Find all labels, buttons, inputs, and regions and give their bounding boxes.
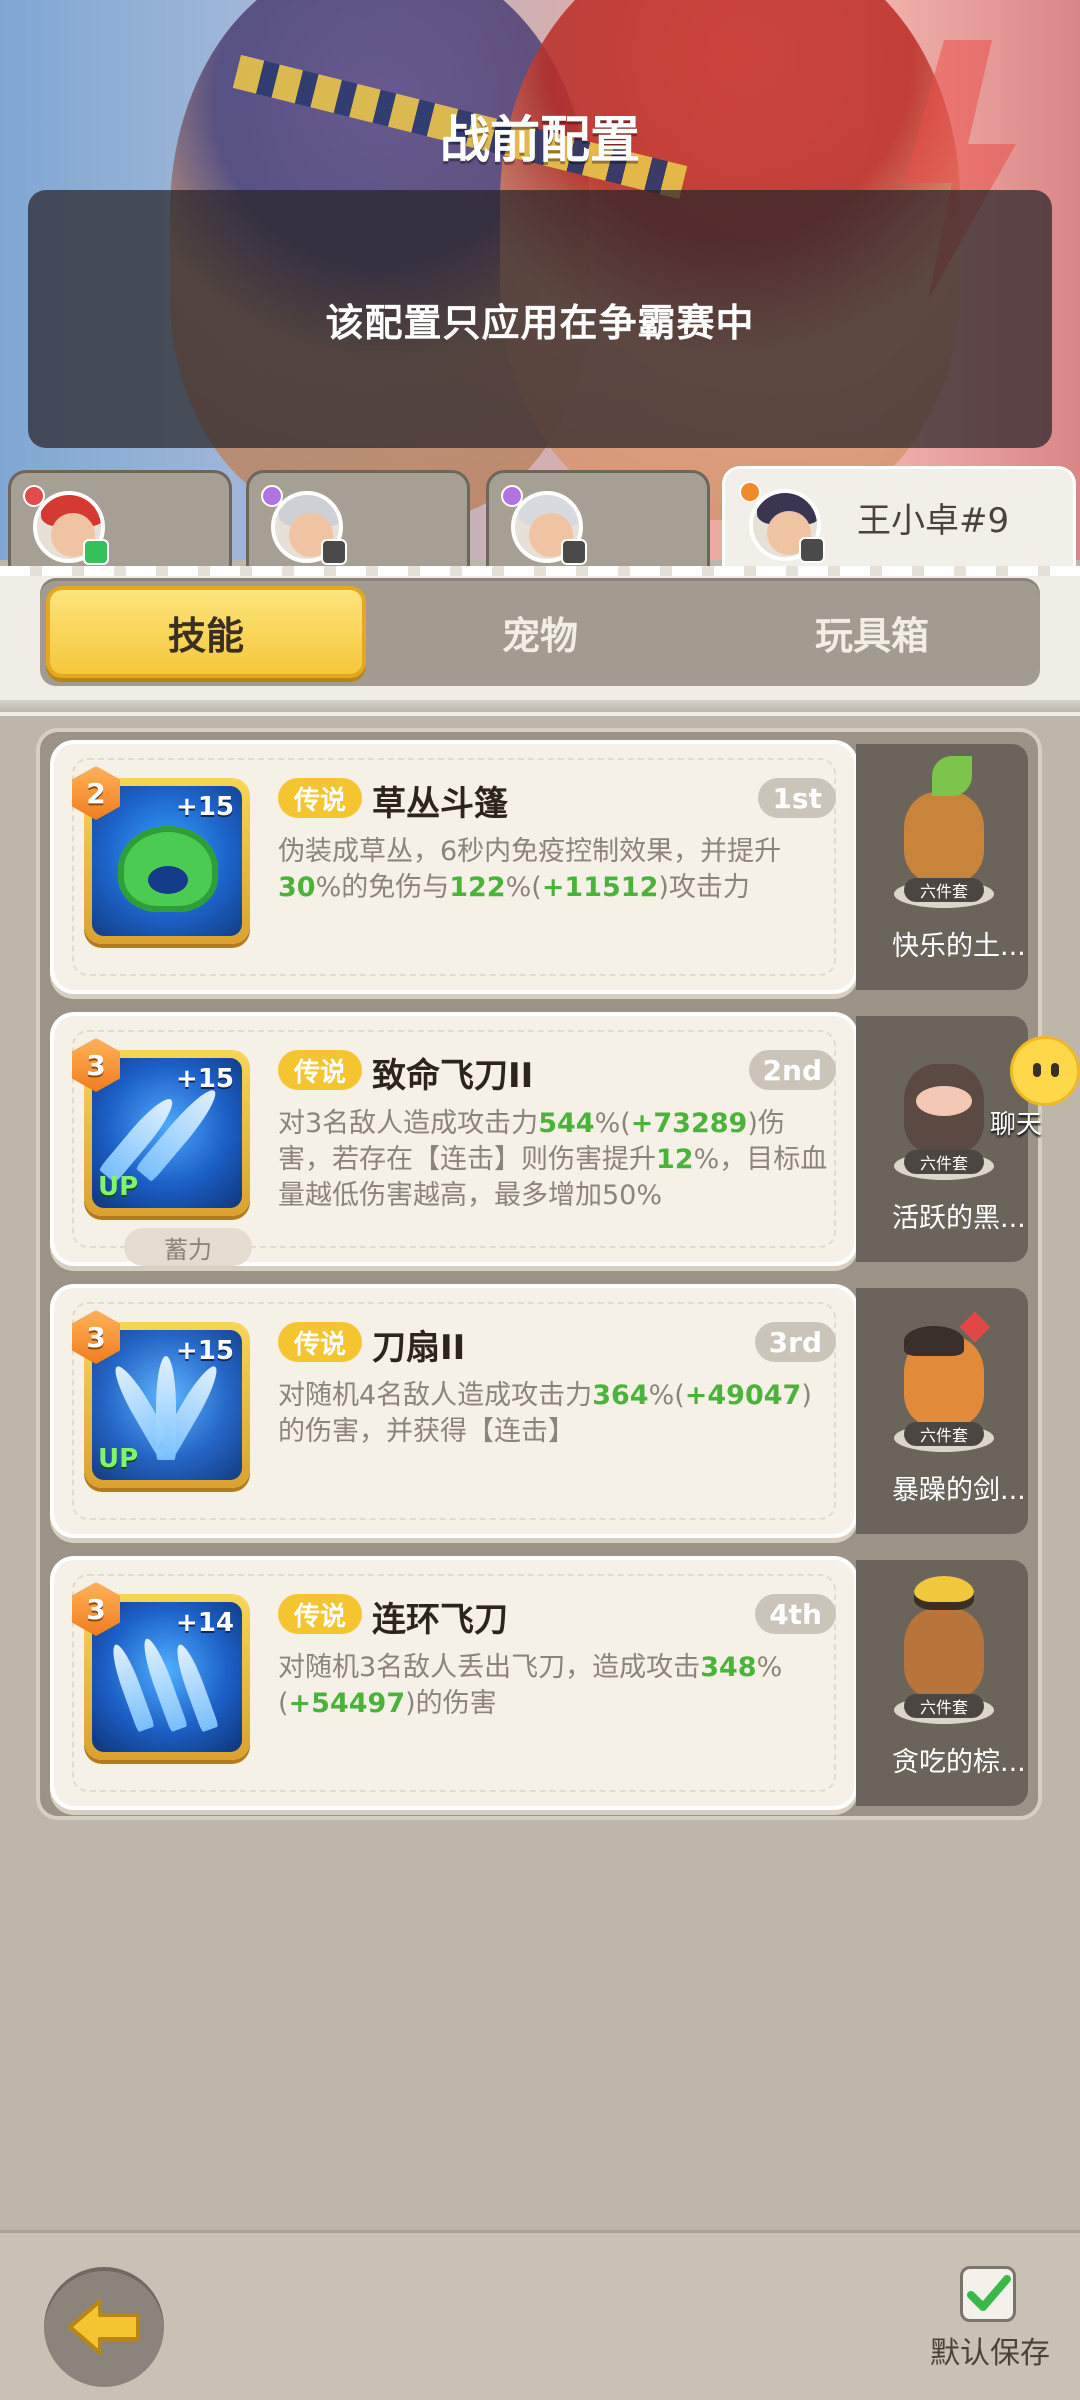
hero-name: 王小卓#9 xyxy=(857,501,1010,541)
chat-label: 聊天 xyxy=(990,1110,1043,1140)
rank-badge: 4th xyxy=(755,1594,836,1634)
pet-slot-3[interactable]: 六件套 暴躁的剑... xyxy=(856,1288,1028,1534)
element-icon xyxy=(501,485,523,507)
skill-name: 连环飞刀 xyxy=(372,1600,508,1640)
rarity-badge: 传说 xyxy=(278,1050,362,1090)
category-tabs: 技能 宠物 玩具箱 xyxy=(40,578,1040,686)
check-icon xyxy=(967,2275,1011,2311)
skill-desc: 对随机3名敌人丢出飞刀，造成攻击348%(+54497)的伤害 xyxy=(278,1652,783,1719)
divider xyxy=(0,700,1080,712)
pet-name: 快乐的土... xyxy=(892,931,1026,962)
rank-badge: 1st xyxy=(758,778,836,818)
skill-card-1[interactable]: +15 2 传说 草丛斗篷 1st 伪装成草丛，6秒内免疫控制效果，并提升30%… xyxy=(50,740,858,994)
set-label: 六件套 xyxy=(904,878,984,902)
rarity-badge: 传说 xyxy=(278,1594,362,1634)
skill-desc: 对随机4名敌人造成攻击力364%(+49047)的伤害，并获得【连击】 xyxy=(278,1380,812,1447)
element-icon xyxy=(739,481,761,503)
upgrade-icon: UP xyxy=(98,1444,139,1474)
pet-name: 贪吃的棕... xyxy=(892,1747,1026,1778)
rank-badge: 3rd xyxy=(754,1322,836,1362)
skill-card-3[interactable]: +15 UP 3 传说 刀扇II 3rd 对随机4名敌人造成攻击力364%(+4… xyxy=(50,1284,858,1538)
default-save-toggle[interactable]: 默认保存 xyxy=(930,2266,1070,2386)
element-icon xyxy=(23,485,45,507)
notice-box: 该配置只应用在争霸赛中 xyxy=(28,190,1052,448)
tab-skills[interactable]: 技能 xyxy=(46,586,366,678)
notice-text: 该配置只应用在争霸赛中 xyxy=(325,300,755,345)
skill-name: 刀扇II xyxy=(372,1328,466,1368)
enhance-level: +15 xyxy=(176,1064,234,1094)
upgrade-icon: UP xyxy=(98,1172,139,1202)
hero-tabs: 王小卓#9 xyxy=(0,466,1080,570)
skill-desc: 伪装成草丛，6秒内免疫控制效果，并提升30%的免伤与122%(+11512)攻击… xyxy=(278,836,782,903)
enhance-level: +15 xyxy=(176,1336,234,1366)
skill-card-4[interactable]: +14 3 传说 连环飞刀 4th 对随机3名敌人丢出飞刀，造成攻击348%(+… xyxy=(50,1556,858,1810)
skill-name: 致命飞刀II xyxy=(372,1056,534,1096)
set-label: 六件套 xyxy=(904,1150,984,1174)
rarity-badge: 传说 xyxy=(278,778,362,818)
hero-tab-1[interactable] xyxy=(8,470,232,566)
element-icon xyxy=(261,485,283,507)
tab-pets[interactable]: 宠物 xyxy=(380,586,700,678)
back-button[interactable] xyxy=(44,2267,164,2387)
monitor-badge-icon xyxy=(561,539,587,565)
checkbox[interactable] xyxy=(960,2266,1016,2322)
skill-name: 草丛斗篷 xyxy=(372,784,508,824)
enhance-level: +14 xyxy=(176,1608,234,1638)
hero-tab-4[interactable]: 王小卓#9 xyxy=(722,466,1076,570)
tab-toybox[interactable]: 玩具箱 xyxy=(712,586,1032,678)
skill-desc: 对3名敌人造成攻击力544%(+73289)伤害，若存在【连击】则伤害提升12%… xyxy=(278,1108,828,1211)
pet-slot-4[interactable]: 六件套 贪吃的棕... xyxy=(856,1560,1028,1806)
save-label: 默认保存 xyxy=(930,2336,1050,2371)
page-title: 战前配置 xyxy=(440,111,640,169)
emoji-face-icon xyxy=(1010,1036,1080,1106)
hero-tab-2[interactable] xyxy=(246,470,470,566)
charge-tag: 蓄力 xyxy=(124,1228,252,1266)
skill-card-2[interactable]: +15 UP 3 蓄力 传说 致命飞刀II 2nd 对3名敌人造成攻击力544%… xyxy=(50,1012,858,1266)
pet-slot-1[interactable]: 六件套 快乐的土... xyxy=(856,744,1028,990)
hero-tab-3[interactable] xyxy=(486,470,710,566)
set-label: 六件套 xyxy=(904,1422,984,1446)
rarity-badge: 传说 xyxy=(278,1322,362,1362)
monitor-badge-icon xyxy=(321,539,347,565)
enhance-level: +15 xyxy=(176,792,234,822)
set-label: 六件套 xyxy=(904,1694,984,1718)
pet-name: 暴躁的剑... xyxy=(892,1475,1026,1506)
bottom-bar xyxy=(0,2230,1080,2400)
chat-button[interactable]: 聊天 xyxy=(970,1036,1080,1140)
rank-badge: 2nd xyxy=(748,1050,836,1090)
ready-badge-icon xyxy=(83,539,109,565)
back-arrow-icon xyxy=(68,2299,140,2355)
monitor-badge-icon xyxy=(799,537,825,563)
pet-name: 活跃的黑... xyxy=(892,1203,1026,1234)
